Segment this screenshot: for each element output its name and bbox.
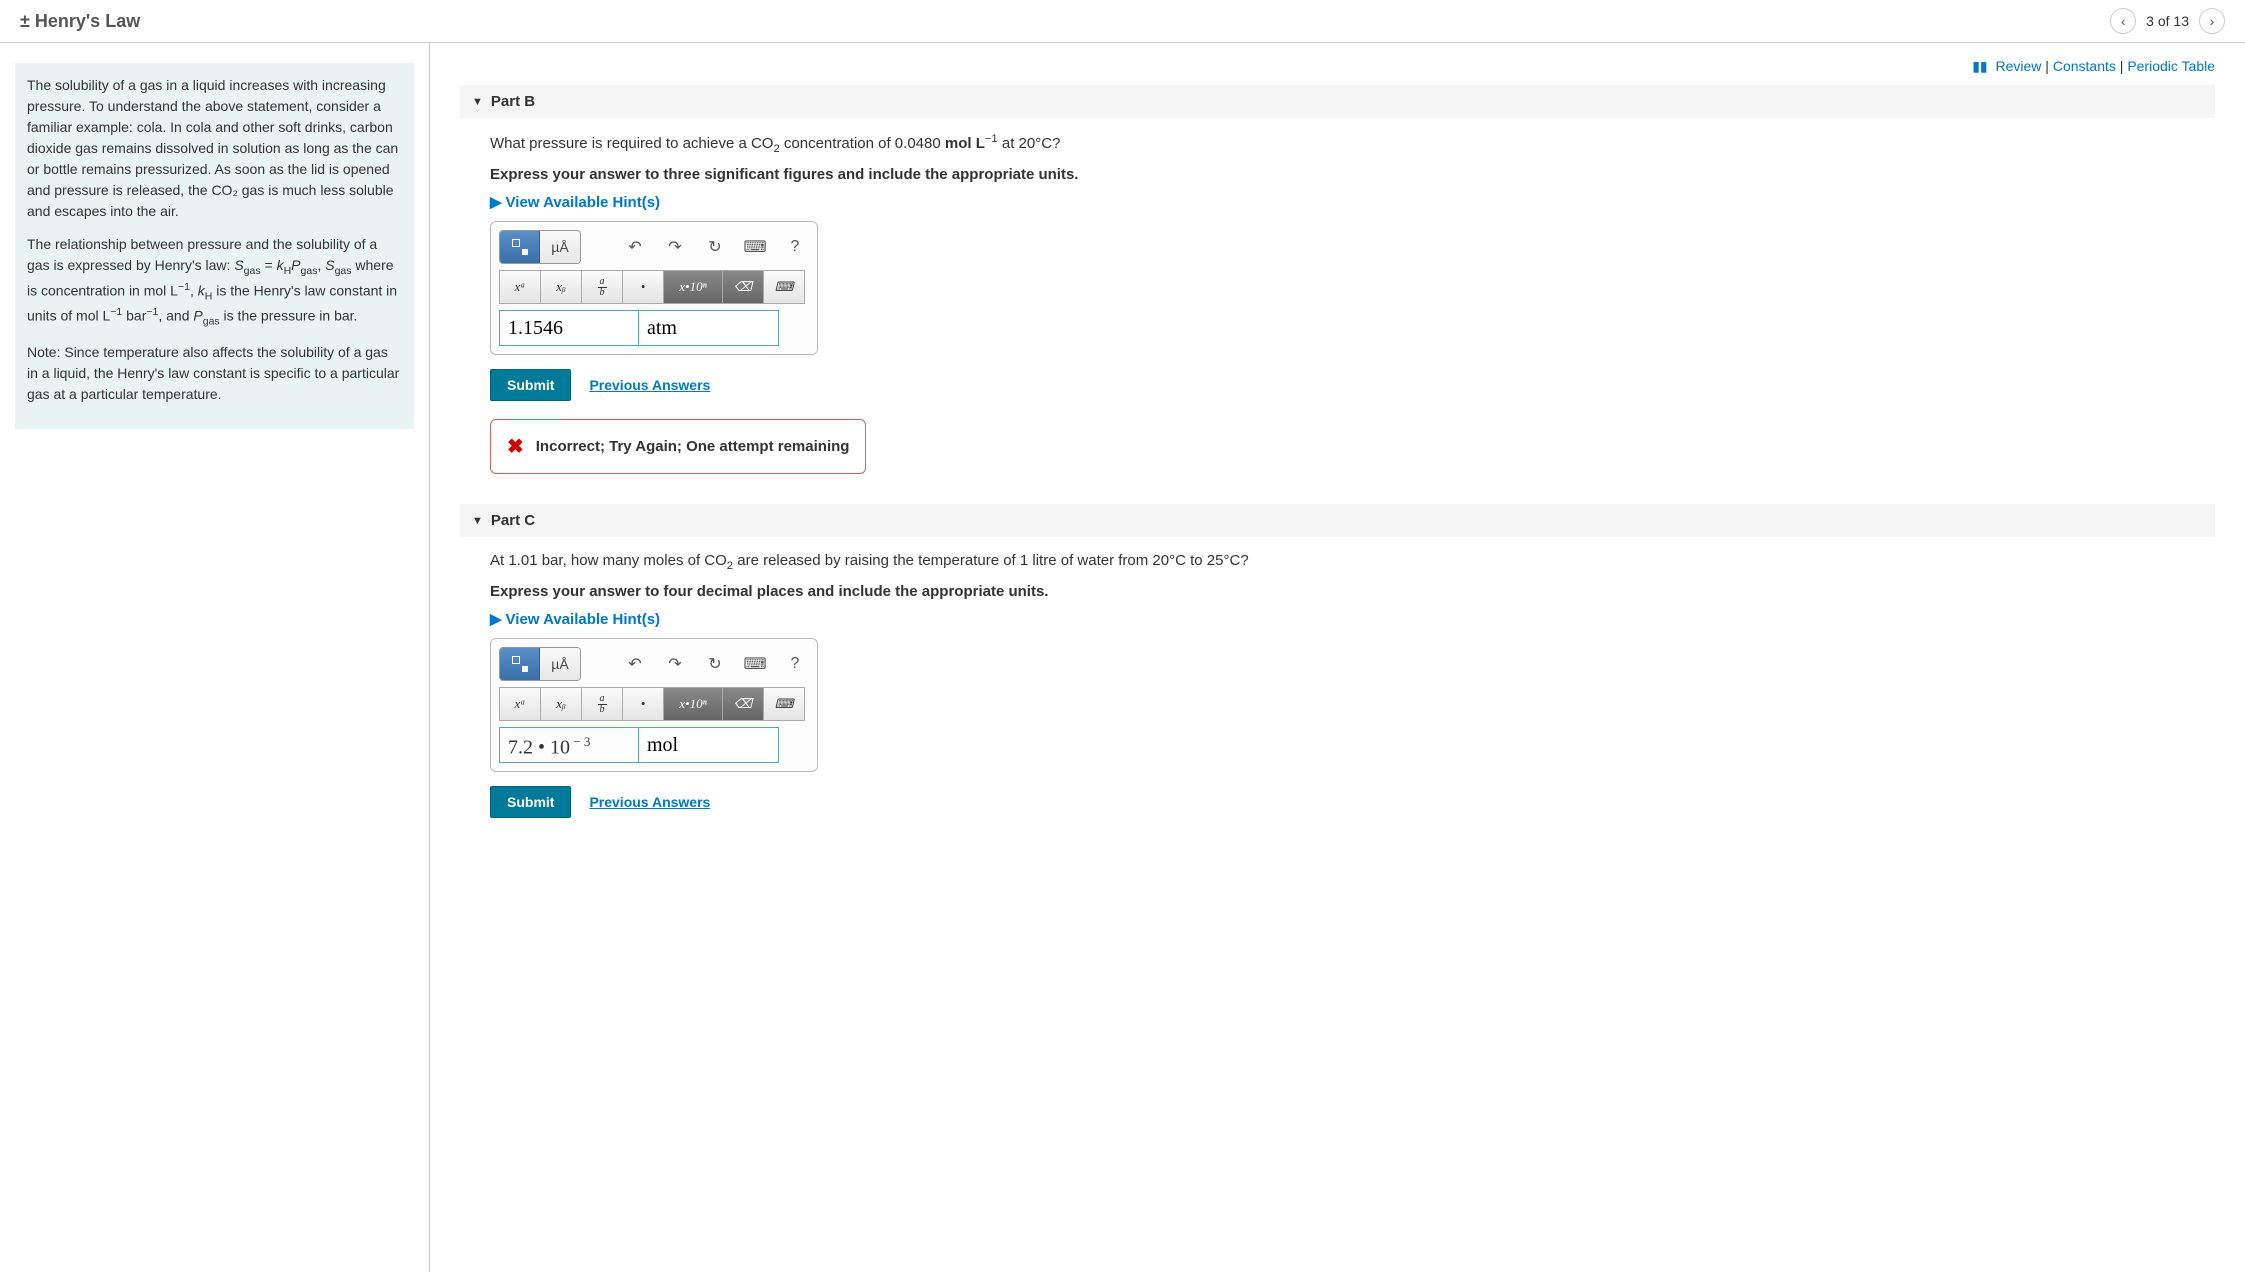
- caret-down-icon: ▼: [472, 96, 483, 108]
- info-p3: Note: Since temperature also affects the…: [27, 342, 402, 405]
- redo-button[interactable]: ↷: [661, 233, 689, 261]
- part-c-hints-link[interactable]: ▶ View Available Hint(s): [490, 610, 2185, 628]
- caret-down-icon: ▼: [472, 515, 483, 527]
- sidebar: The solubility of a gas in a liquid incr…: [0, 43, 430, 1272]
- template-button[interactable]: [500, 231, 540, 263]
- template-icon: [512, 239, 528, 255]
- template-icon: [512, 656, 528, 672]
- top-links: ▮▮ Review | Constants | Periodic Table: [460, 58, 2215, 75]
- part-b-instruction: Express your answer to three significant…: [490, 166, 2185, 183]
- undo-button[interactable]: ↶: [621, 233, 649, 261]
- dot-button[interactable]: •: [622, 270, 664, 304]
- book-icon: ▮▮: [1972, 58, 1987, 74]
- info-box: The solubility of a gas in a liquid incr…: [15, 63, 414, 429]
- reset-button[interactable]: ↻: [701, 650, 729, 678]
- caret-right-icon: ▶: [490, 193, 502, 211]
- part-c-unit-input[interactable]: [639, 727, 779, 763]
- part-c-body: At 1.01 bar, how many moles of CO2 are r…: [460, 549, 2215, 848]
- part-b-previous-answers-link[interactable]: Previous Answers: [589, 377, 710, 393]
- review-link[interactable]: Review: [1996, 58, 2042, 74]
- redo-button[interactable]: ↷: [661, 650, 689, 678]
- part-c-instruction: Express your answer to four decimal plac…: [490, 583, 2185, 600]
- part-c-question: At 1.01 bar, how many moles of CO2 are r…: [490, 549, 2185, 575]
- part-c-submit-button[interactable]: Submit: [490, 786, 571, 818]
- template-button[interactable]: [500, 648, 540, 680]
- part-b-unit-input[interactable]: [639, 310, 779, 346]
- keyboard-button[interactable]: ⌨: [741, 233, 769, 261]
- undo-button[interactable]: ↶: [621, 650, 649, 678]
- part-c-value-input[interactable]: 7.2 • 10 − 3: [499, 727, 639, 763]
- greek-button[interactable]: µÅ: [540, 231, 580, 263]
- toolbar-row2: xᵃ xᵦ ab • x•10ⁿ ⌫ ⌨: [499, 270, 809, 304]
- main-content: ▮▮ Review | Constants | Periodic Table ▼…: [430, 43, 2245, 1272]
- part-c-previous-answers-link[interactable]: Previous Answers: [589, 794, 710, 810]
- greek-button[interactable]: µÅ: [540, 648, 580, 680]
- part-c-label: Part C: [491, 512, 535, 529]
- backspace-button[interactable]: ⌫: [722, 687, 764, 721]
- scientific-button[interactable]: x•10ⁿ: [663, 270, 723, 304]
- page-title: ± Henry's Law: [20, 11, 140, 32]
- page-nav: ‹ 3 of 13 ›: [2110, 8, 2225, 34]
- toolbar-row1-c: µÅ ↶ ↷ ↻ ⌨ ?: [499, 647, 809, 681]
- dot-button[interactable]: •: [622, 687, 664, 721]
- part-b-question: What pressure is required to achieve a C…: [490, 130, 2185, 158]
- help-button[interactable]: ?: [781, 233, 809, 261]
- part-b-value-input[interactable]: [499, 310, 639, 346]
- part-c-header[interactable]: ▼ Part C: [460, 504, 2215, 537]
- caret-right-icon: ▶: [490, 610, 502, 628]
- part-b-header[interactable]: ▼ Part B: [460, 85, 2215, 118]
- feedback-text: Incorrect; Try Again; One attempt remain…: [536, 438, 850, 455]
- part-b-submit-button[interactable]: Submit: [490, 369, 571, 401]
- superscript-button[interactable]: xᵃ: [499, 270, 541, 304]
- scientific-button[interactable]: x•10ⁿ: [663, 687, 723, 721]
- part-b-hints-link[interactable]: ▶ View Available Hint(s): [490, 193, 2185, 211]
- periodic-table-link[interactable]: Periodic Table: [2127, 58, 2215, 74]
- part-b-label: Part B: [491, 93, 535, 110]
- fraction-button[interactable]: ab: [581, 687, 623, 721]
- prev-page-button[interactable]: ‹: [2110, 8, 2136, 34]
- incorrect-icon: ✖: [507, 434, 524, 459]
- help-button[interactable]: ?: [781, 650, 809, 678]
- page-counter: 3 of 13: [2146, 13, 2189, 29]
- keyboard-button[interactable]: ⌨: [741, 650, 769, 678]
- toolbar-row2-c: xᵃ xᵦ ab • x•10ⁿ ⌫ ⌨: [499, 687, 809, 721]
- part-c-answer-box: µÅ ↶ ↷ ↻ ⌨ ? xᵃ xᵦ ab • x•10ⁿ: [490, 638, 818, 772]
- part-b-answer-box: µÅ ↶ ↷ ↻ ⌨ ? xᵃ xᵦ ab • x•10ⁿ: [490, 221, 818, 355]
- keyboard-small-button[interactable]: ⌨: [763, 687, 805, 721]
- subscript-button[interactable]: xᵦ: [540, 687, 582, 721]
- reset-button[interactable]: ↻: [701, 233, 729, 261]
- constants-link[interactable]: Constants: [2053, 58, 2116, 74]
- backspace-button[interactable]: ⌫: [722, 270, 764, 304]
- info-p1: The solubility of a gas in a liquid incr…: [27, 75, 402, 222]
- fraction-button[interactable]: ab: [581, 270, 623, 304]
- superscript-button[interactable]: xᵃ: [499, 687, 541, 721]
- info-p2: The relationship between pressure and th…: [27, 234, 402, 330]
- keyboard-small-button[interactable]: ⌨: [763, 270, 805, 304]
- page-header: ± Henry's Law ‹ 3 of 13 ›: [0, 0, 2245, 43]
- toolbar-row1: µÅ ↶ ↷ ↻ ⌨ ?: [499, 230, 809, 264]
- part-b-feedback: ✖ Incorrect; Try Again; One attempt rema…: [490, 419, 866, 474]
- subscript-button[interactable]: xᵦ: [540, 270, 582, 304]
- part-b-body: What pressure is required to achieve a C…: [460, 130, 2215, 504]
- next-page-button[interactable]: ›: [2199, 8, 2225, 34]
